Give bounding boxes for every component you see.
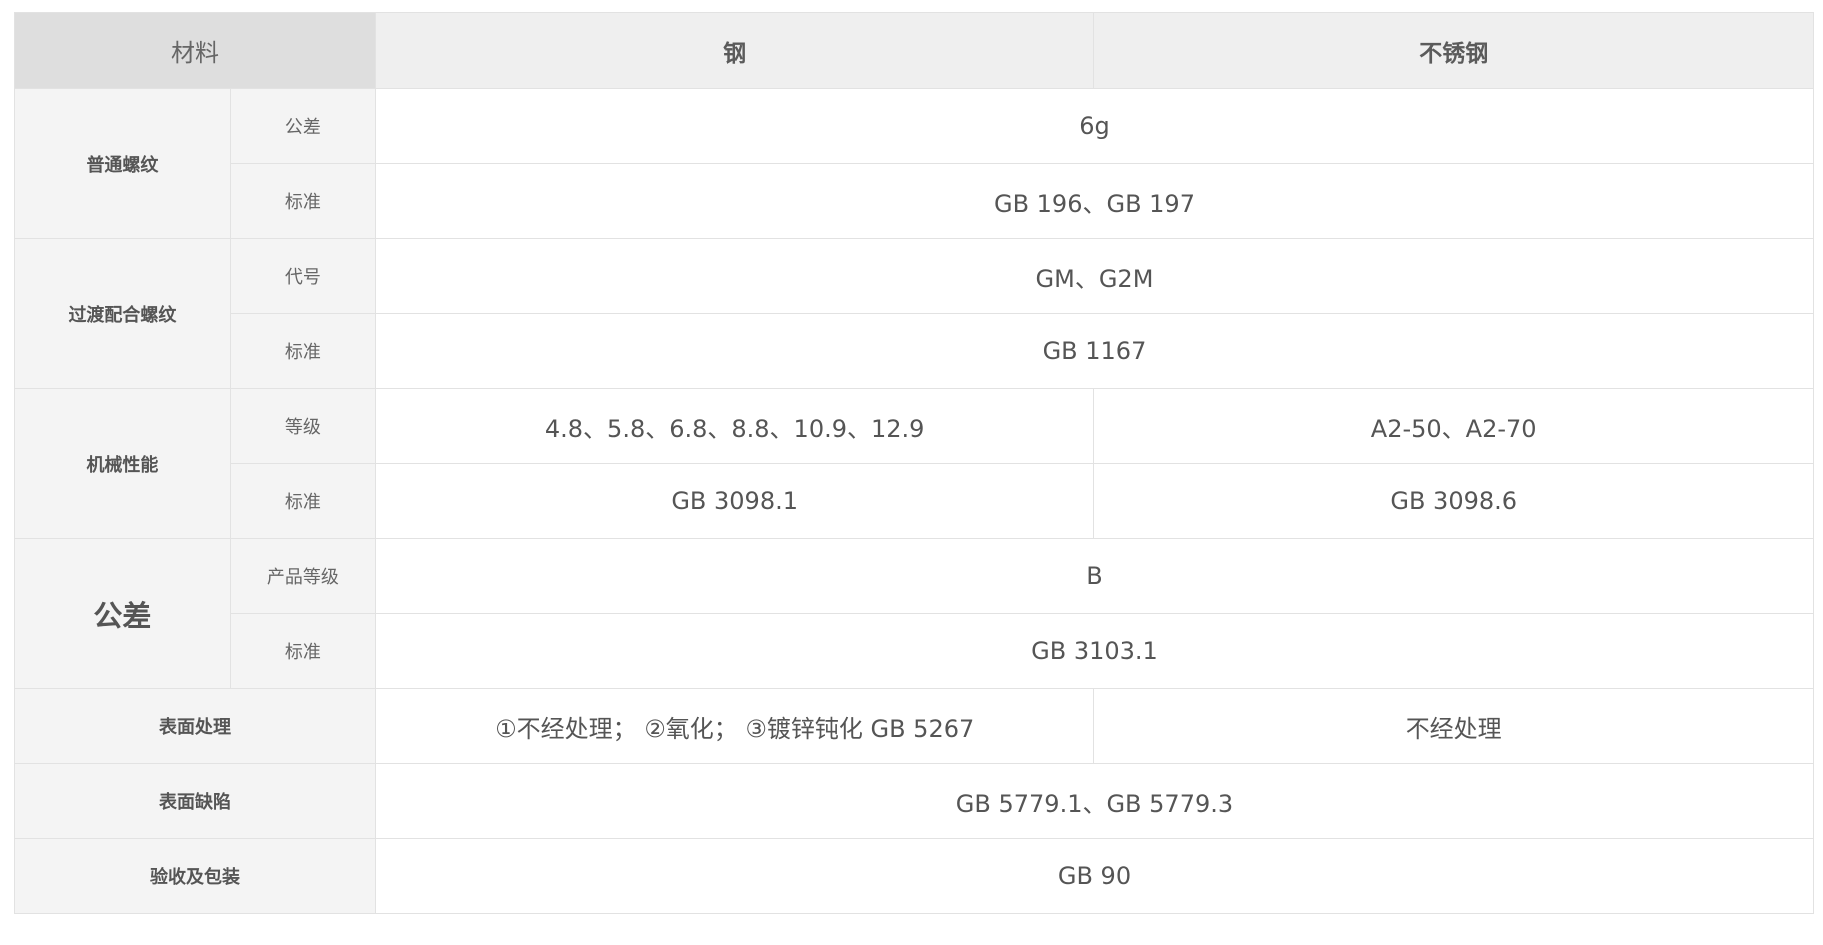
sub-label-standard: 标准 — [229, 463, 376, 539]
table-row: 标准 GB 3103.1 — [15, 613, 1815, 689]
table-row: 表面处理 ①不经处理； ②氧化； ③镀锌钝化 GB 5267 不经处理 — [14, 688, 1814, 764]
header-steel: 钢 — [374, 12, 1095, 89]
group-surface-treatment: 表面处理 — [14, 688, 376, 764]
sub-label-product-grade: 产品等级 — [229, 538, 376, 614]
table-row: 过渡配合螺纹 代号 GM、G2M — [14, 238, 1815, 389]
sub-label-tolerance: 公差 — [229, 88, 376, 164]
value-transition-code: GM、G2M — [374, 238, 1815, 314]
value-mech-standard-stainless: GB 3098.6 — [1093, 463, 1814, 539]
value-surface-defects: GB 5779.1、GB 5779.3 — [374, 763, 1815, 839]
table-row: 公差 产品等级 B — [14, 538, 1815, 689]
value-surface-treatment-stainless: 不经处理 — [1093, 688, 1814, 764]
spec-table: 材料 钢 不锈钢 普通螺纹 公差 6g 标准 GB 196、GB 197 过渡配… — [14, 12, 1815, 914]
value-grade-steel: 4.8、5.8、6.8、8.8、10.9、12.9 — [374, 388, 1095, 464]
value-mech-standard-steel: GB 3098.1 — [374, 463, 1095, 539]
group-surface-defects: 表面缺陷 — [14, 763, 376, 839]
group-acceptance: 验收及包装 — [14, 838, 376, 914]
table-row: 标准 GB 1167 — [15, 313, 1815, 389]
group-thread-normal: 普通螺纹 — [14, 88, 231, 239]
table-row: 标准 GB 3098.1 GB 3098.6 — [15, 463, 1814, 539]
header-stainless: 不锈钢 — [1093, 12, 1814, 89]
table-row: 机械性能 等级 4.8、5.8、6.8、8.8、10.9、12.9 A2-50、… — [14, 388, 1814, 539]
header-material: 材料 — [14, 12, 376, 89]
group-mechanical: 机械性能 — [14, 388, 231, 539]
sub-label-code: 代号 — [229, 238, 376, 314]
sub-label-standard: 标准 — [229, 613, 376, 689]
table-header-row: 材料 钢 不锈钢 — [14, 12, 1814, 89]
table-row: 标准 GB 196、GB 197 — [15, 163, 1815, 239]
table-row: 表面缺陷 GB 5779.1、GB 5779.3 — [14, 763, 1815, 839]
spec-table-container: 材料 钢 不锈钢 普通螺纹 公差 6g 标准 GB 196、GB 197 过渡配… — [14, 12, 1815, 914]
sub-label-grade: 等级 — [229, 388, 376, 464]
value-thread-tolerance: 6g — [374, 88, 1815, 164]
group-thread-transition: 过渡配合螺纹 — [14, 238, 231, 389]
sub-label-standard: 标准 — [229, 313, 376, 389]
value-product-grade: B — [374, 538, 1815, 614]
group-tolerance: 公差 — [14, 538, 231, 689]
value-transition-standard: GB 1167 — [374, 313, 1815, 389]
value-tolerance-standard: GB 3103.1 — [374, 613, 1815, 689]
sub-label-standard: 标准 — [229, 163, 376, 239]
value-surface-treatment-steel: ①不经处理； ②氧化； ③镀锌钝化 GB 5267 — [374, 688, 1095, 764]
table-row: 普通螺纹 公差 6g — [14, 88, 1815, 239]
value-acceptance: GB 90 — [374, 838, 1815, 914]
value-grade-stainless: A2-50、A2-70 — [1093, 388, 1814, 464]
value-thread-standard: GB 196、GB 197 — [374, 163, 1815, 239]
table-row: 验收及包装 GB 90 — [14, 838, 1815, 914]
